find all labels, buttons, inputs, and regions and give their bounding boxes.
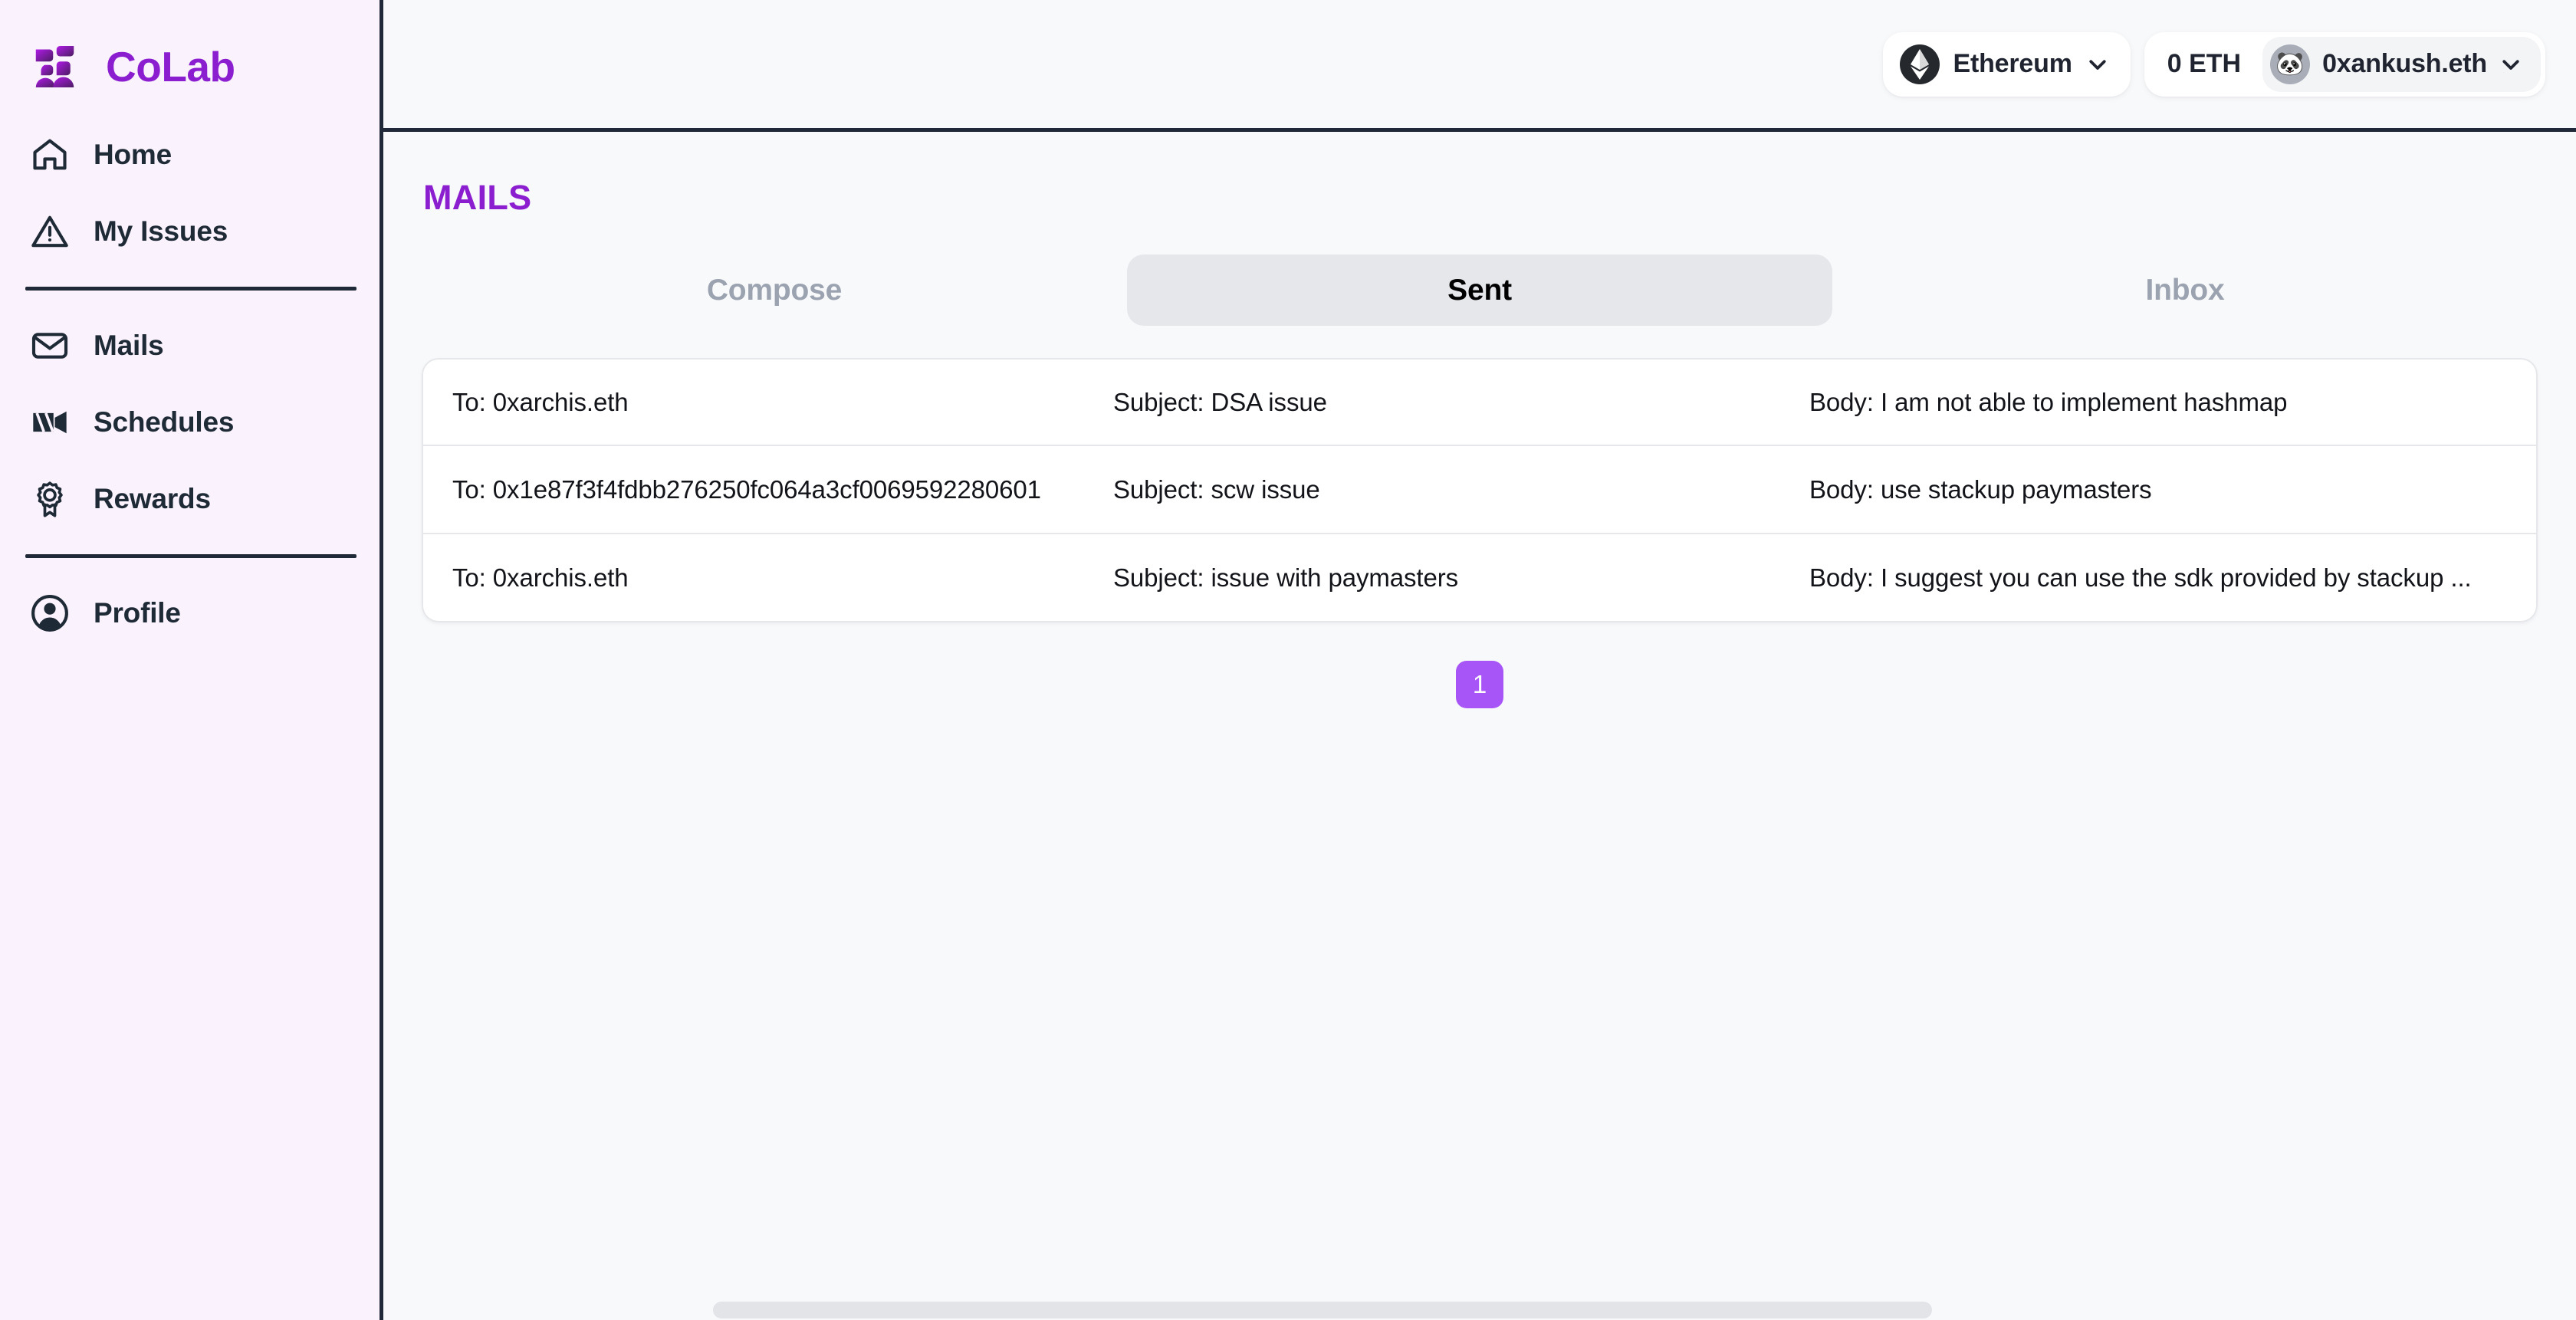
award-ribbon-icon xyxy=(29,478,71,520)
network-selector-button[interactable]: Ethereum xyxy=(1882,31,2131,97)
sidebar-divider-1 xyxy=(25,287,356,291)
mail-recipient: To: 0xarchis.eth xyxy=(452,563,629,592)
page-title: MAILS xyxy=(423,178,532,217)
colab-logo-icon xyxy=(31,39,86,94)
sidebar-item-label: Home xyxy=(94,139,172,170)
brand[interactable]: CoLab xyxy=(0,0,380,100)
chevron-down-icon xyxy=(2086,53,2109,76)
table-row[interactable]: To: 0xarchis.eth Subject: DSA issue Body… xyxy=(422,358,2538,446)
tab-sent[interactable]: Sent xyxy=(1127,254,1832,326)
mail-recipient: To: 0xarchis.eth xyxy=(452,387,629,416)
mail-subject: Subject: scw issue xyxy=(1113,474,1320,504)
content: MAILS Compose Sent Inbox To: 0xarchis.et… xyxy=(383,132,2576,1320)
pagination: 1 xyxy=(422,661,2538,708)
sidebar-divider-2 xyxy=(25,554,356,558)
sidebar-item-label: Profile xyxy=(94,597,181,629)
mail-tabs: Compose Sent Inbox xyxy=(422,254,2538,326)
panda-avatar-icon: 🐼 xyxy=(2270,44,2311,84)
mail-recipient: To: 0x1e87f3f4fdbb276250fc064a3cf0069592… xyxy=(452,474,1041,504)
mail-subject: Subject: DSA issue xyxy=(1113,387,1327,416)
sidebar-item-my-issues[interactable]: My Issues xyxy=(0,193,380,270)
home-icon xyxy=(29,134,71,176)
sidebar-item-home[interactable]: Home xyxy=(0,117,380,193)
mail-body: Body: I suggest you can use the sdk prov… xyxy=(1809,563,2472,592)
sidebar-item-mails[interactable]: Mails xyxy=(0,307,380,384)
account-button[interactable]: 0 ETH 🐼 0xankush.eth xyxy=(2144,31,2545,97)
chevron-down-icon xyxy=(2499,53,2522,76)
topbar: Ethereum 0 ETH 🐼 0xankush.eth xyxy=(383,0,2576,132)
sidebar-item-profile[interactable]: Profile xyxy=(0,575,380,652)
sidebar-item-label: Mails xyxy=(94,330,164,361)
mail-body: Body: I am not able to implement hashmap xyxy=(1809,387,2288,416)
account-pill[interactable]: 🐼 0xankush.eth xyxy=(2262,36,2541,92)
mail-body: Body: use stackup paymasters xyxy=(1809,474,2152,504)
sidebar-item-rewards[interactable]: Rewards xyxy=(0,461,380,537)
brand-name: CoLab xyxy=(106,42,235,90)
table-row[interactable]: To: 0xarchis.eth Subject: issue with pay… xyxy=(422,534,2538,622)
video-camera-icon xyxy=(29,402,71,443)
table-row[interactable]: To: 0x1e87f3f4fdbb276250fc064a3cf0069592… xyxy=(422,446,2538,534)
account-label: 0xankush.eth xyxy=(2322,49,2487,78)
mail-list: To: 0xarchis.eth Subject: DSA issue Body… xyxy=(422,358,2538,622)
mail-subject: Subject: issue with paymasters xyxy=(1113,563,1459,592)
sidebar-item-schedules[interactable]: Schedules xyxy=(0,384,380,461)
main-area: Ethereum 0 ETH 🐼 0xankush.eth MAILS Comp… xyxy=(383,0,2576,1320)
wallet-balance: 0 ETH xyxy=(2167,49,2242,78)
envelope-icon xyxy=(29,325,71,366)
scrollbar-thumb[interactable] xyxy=(713,1302,1932,1318)
sidebar-item-label: Rewards xyxy=(94,483,211,514)
sidebar-nav: Home My Issues Mails Schedules Rewards P… xyxy=(0,100,380,652)
page-button-1[interactable]: 1 xyxy=(1456,661,1503,708)
sidebar: CoLab Home My Issues Mails Schedules Rew… xyxy=(0,0,383,1320)
tab-inbox[interactable]: Inbox xyxy=(1832,254,2538,326)
sidebar-item-label: Schedules xyxy=(94,406,235,438)
ethereum-icon xyxy=(1899,44,1940,84)
tab-compose[interactable]: Compose xyxy=(422,254,1127,326)
user-circle-icon xyxy=(29,593,71,634)
app-root: CoLab Home My Issues Mails Schedules Rew… xyxy=(0,0,2576,1320)
network-label: Ethereum xyxy=(1953,49,2072,78)
horizontal-scrollbar[interactable] xyxy=(383,1297,2576,1320)
sidebar-item-label: My Issues xyxy=(94,215,228,247)
warning-triangle-icon xyxy=(29,211,71,252)
